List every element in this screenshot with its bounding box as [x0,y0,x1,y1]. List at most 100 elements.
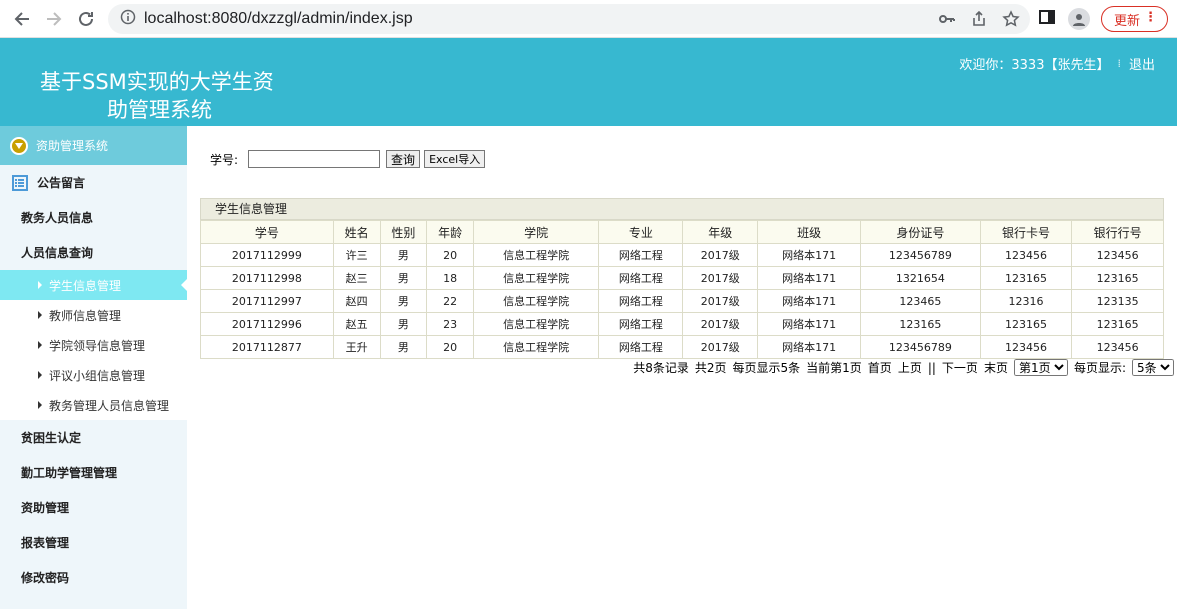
table-cell: 123165 [1071,312,1164,336]
table-cell: 男 [379,335,428,359]
sidebar-item-work-study[interactable]: 勤工助学管理管理 [0,455,187,490]
per-page-info: 每页显示5条 [732,361,801,375]
sidebar-item-change-password[interactable]: 修改密码 [0,560,187,595]
table-cell: 信息工程学院 [473,289,600,313]
table-row[interactable]: 2017112996 赵五男 23 信息工程学院 网络工程 2017级 网络本171 1231… [200,312,1164,336]
table-row[interactable]: 2017112999 许三男 20 信息工程学院 网络工程 2017级 网络本171 1234… [200,243,1164,267]
table-cell: 网络工程 [598,289,684,313]
table-cell: 网络工程 [598,243,684,267]
key-icon[interactable] [938,10,956,32]
table-cell: 网络工程 [598,266,684,290]
star-icon[interactable] [1002,10,1020,32]
caret-right-icon [38,401,42,409]
sidebar: 资助管理系统 公告留言 教务人员信息 人员信息查询 学生信息管理 教师信息管理 … [0,126,187,609]
table-cell: 2017112999 [200,243,334,267]
sidebar-item-label: 公告留言 [37,176,86,190]
last-page-link[interactable]: 末页 [984,359,1008,376]
table-cell: 赵四 [332,289,381,313]
submenu-item-label: 学院领导信息管理 [49,338,146,353]
main-content: 学号: 查询 Excel导入 学生信息管理 学号 姓名 性别 年龄 学院 专业 年级 班级 身份… [187,126,1177,609]
app-header: 基于SSM实现的大学生资 助管理系统 欢迎你：3333【张先生】 ⁞ 退出 [0,38,1177,126]
table-cell: 赵三 [332,266,381,290]
column-header: 性别 [379,220,428,244]
table-cell: 网络本171 [757,266,862,290]
sidebar-item-academic-staff[interactable]: 教务人员信息 [0,200,187,235]
caret-right-icon [38,281,42,289]
update-button[interactable]: 更新 ⋮ [1101,6,1168,32]
table-cell: 信息工程学院 [473,266,600,290]
table-cell: 2017级 [682,335,759,359]
sidebar-header[interactable]: 资助管理系统 [0,126,187,165]
table-row[interactable]: 2017112997 赵四男 22 信息工程学院 网络工程 2017级 网络本171 1234… [200,289,1164,313]
total-pages: 共2页 [694,361,727,375]
table-cell: 男 [379,289,428,313]
prev-page-link[interactable]: 上页 [898,359,922,376]
pager-separator: || [927,360,936,375]
per-page-label: 每页显示: [1073,361,1126,375]
sidebar-item-aid-management[interactable]: 资助管理 [0,490,187,525]
table-cell: 赵五 [332,312,381,336]
pagination: 共8条记录 共2页 每页显示5条 当前第1页 首页 上页 || 下一页 末页 第… [633,359,1174,376]
submenu-item-teacher-info[interactable]: 教师信息管理 [0,300,187,330]
table-cell: 20 [426,335,475,359]
collapse-icon[interactable] [10,136,28,155]
sidebar-item-label: 教务人员信息 [21,211,94,225]
reload-icon[interactable] [74,7,98,31]
query-button[interactable]: 查询 [386,150,421,168]
submenu-item-college-leader-info[interactable]: 学院领导信息管理 [0,330,187,360]
share-icon[interactable] [970,10,988,32]
table-cell: 123456 [1071,243,1164,267]
student-id-input[interactable] [248,150,381,168]
welcome-text: 欢迎你：3333【张先生】 [959,58,1110,73]
column-header: 身份证号 [860,220,981,244]
profile-avatar-icon[interactable] [1068,8,1090,30]
table-cell: 20 [426,243,475,267]
table-cell: 网络本171 [757,289,862,313]
sidebar-item-label: 勤工助学管理管理 [21,466,118,480]
logout-link[interactable]: 退出 [1129,54,1155,73]
table-cell: 23 [426,312,475,336]
table-cell: 2017级 [682,266,759,290]
total-records: 共8条记录 [633,361,689,375]
submenu-item-student-info[interactable]: 学生信息管理 [0,270,187,300]
submenu-item-label: 教师信息管理 [49,308,122,323]
address-bar[interactable]: localhost:8080/dxzzgl/admin/index.jsp [108,4,1030,34]
table-cell: 123165 [860,312,981,336]
info-icon[interactable] [120,9,136,29]
sidebar-header-label: 资助管理系统 [36,139,109,153]
per-page-select[interactable]: 5条 [1132,359,1174,376]
table-cell: 123465 [860,289,981,313]
sidebar-item-poverty-certification[interactable]: 贫困生认定 [0,420,187,455]
back-icon[interactable] [10,7,34,31]
forward-icon[interactable] [42,7,66,31]
list-icon [12,174,28,191]
table-cell: 男 [379,266,428,290]
app-title-line2: 助管理系统 [107,98,212,122]
submenu-item-review-group-info[interactable]: 评议小组信息管理 [0,360,187,390]
column-header: 班级 [757,220,862,244]
student-table: 学号 姓名 性别 年龄 学院 专业 年级 班级 身份证号 银行卡号 银行行号 2017112999 许… [200,220,1164,359]
table-cell: 男 [379,312,428,336]
menu-dots-icon[interactable]: ⋮ [1144,10,1157,25]
table-row[interactable]: 2017112877 王升男 20 信息工程学院 网络工程 2017级 网络本171 1234… [200,335,1164,359]
table-row[interactable]: 2017112998 赵三男 18 信息工程学院 网络工程 2017级 网络本171 1321… [200,266,1164,290]
table-cell: 22 [426,289,475,313]
browser-toolbar: localhost:8080/dxzzgl/admin/index.jsp 更新… [0,0,1177,38]
side-panel-icon[interactable] [1038,8,1056,30]
sidebar-item-personnel-query[interactable]: 人员信息查询 [0,235,187,270]
table-cell: 123456 [979,335,1073,359]
sidebar-item-reports[interactable]: 报表管理 [0,525,187,560]
table-cell: 2017级 [682,312,759,336]
submenu-item-admin-staff-info[interactable]: 教务管理人员信息管理 [0,390,187,420]
page-select[interactable]: 第1页 [1013,359,1068,376]
student-id-label: 学号: [210,152,239,167]
column-header: 学院 [473,220,600,244]
url-text[interactable]: localhost:8080/dxzzgl/admin/index.jsp [144,10,413,28]
sidebar-item-announcements[interactable]: 公告留言 [0,165,187,200]
excel-import-button[interactable]: Excel导入 [424,150,486,168]
next-page-link[interactable]: 下一页 [942,359,978,376]
table-cell: 许三 [332,243,381,267]
submenu-item-label: 学生信息管理 [49,278,122,293]
sidebar-item-label: 修改密码 [21,571,70,585]
first-page-link[interactable]: 首页 [868,359,892,376]
